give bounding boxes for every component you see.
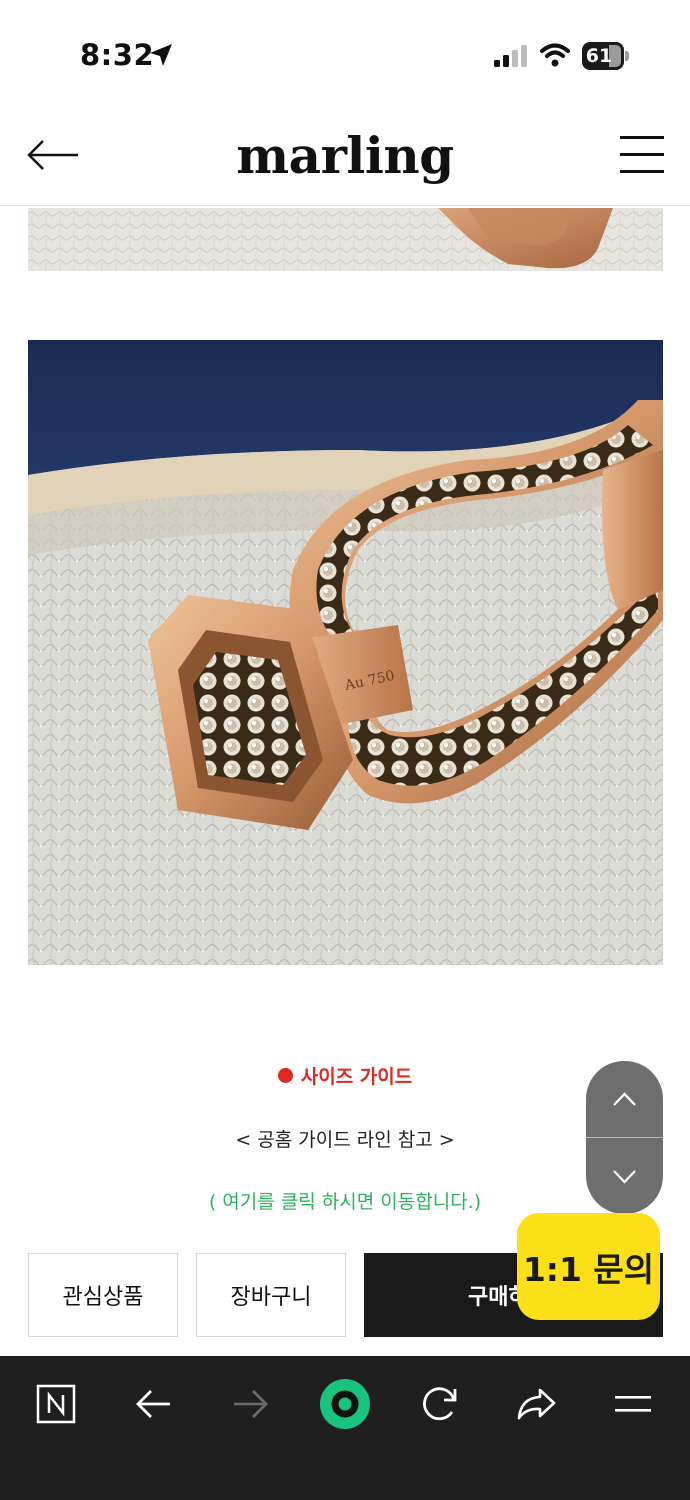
- chat-inquiry-button[interactable]: 1:1 문의: [517, 1213, 660, 1320]
- cart-button[interactable]: 장바구니: [196, 1253, 346, 1337]
- status-bar: 8:32 61: [0, 0, 690, 110]
- scroll-up-button[interactable]: [586, 1061, 663, 1137]
- location-arrow-icon: [150, 44, 172, 66]
- site-logo[interactable]: marling: [0, 126, 690, 185]
- status-time: 8:32: [80, 38, 155, 72]
- forward-icon[interactable]: [222, 1376, 278, 1432]
- size-guide-title: 사이즈 가이드: [277, 1062, 413, 1089]
- product-image-top: [28, 208, 663, 271]
- naver-n-icon[interactable]: [28, 1376, 84, 1432]
- scroll-controls: [586, 1061, 663, 1214]
- wifi-icon: [540, 43, 570, 67]
- size-guide-label: 사이즈 가이드: [300, 1066, 413, 1088]
- browser-toolbar: [0, 1356, 690, 1500]
- cellular-signal-icon: [494, 45, 527, 67]
- back-icon[interactable]: [126, 1376, 182, 1432]
- battery-level: 61: [585, 45, 613, 67]
- product-image-main: Au 750: [28, 340, 663, 965]
- scroll-down-button[interactable]: [586, 1138, 663, 1214]
- red-dot-icon: [277, 1068, 293, 1083]
- menu-icon[interactable]: [605, 1376, 661, 1432]
- reload-icon[interactable]: [412, 1376, 468, 1432]
- chevron-up-icon: [613, 1092, 636, 1106]
- hamburger-menu-icon[interactable]: [620, 134, 664, 176]
- site-header: marling: [0, 110, 690, 206]
- battery-indicator: 61: [582, 42, 629, 70]
- wishlist-button[interactable]: 관심상품: [28, 1253, 178, 1337]
- share-icon[interactable]: [508, 1376, 564, 1432]
- chevron-down-icon: [613, 1170, 636, 1184]
- green-home-icon[interactable]: [317, 1376, 373, 1432]
